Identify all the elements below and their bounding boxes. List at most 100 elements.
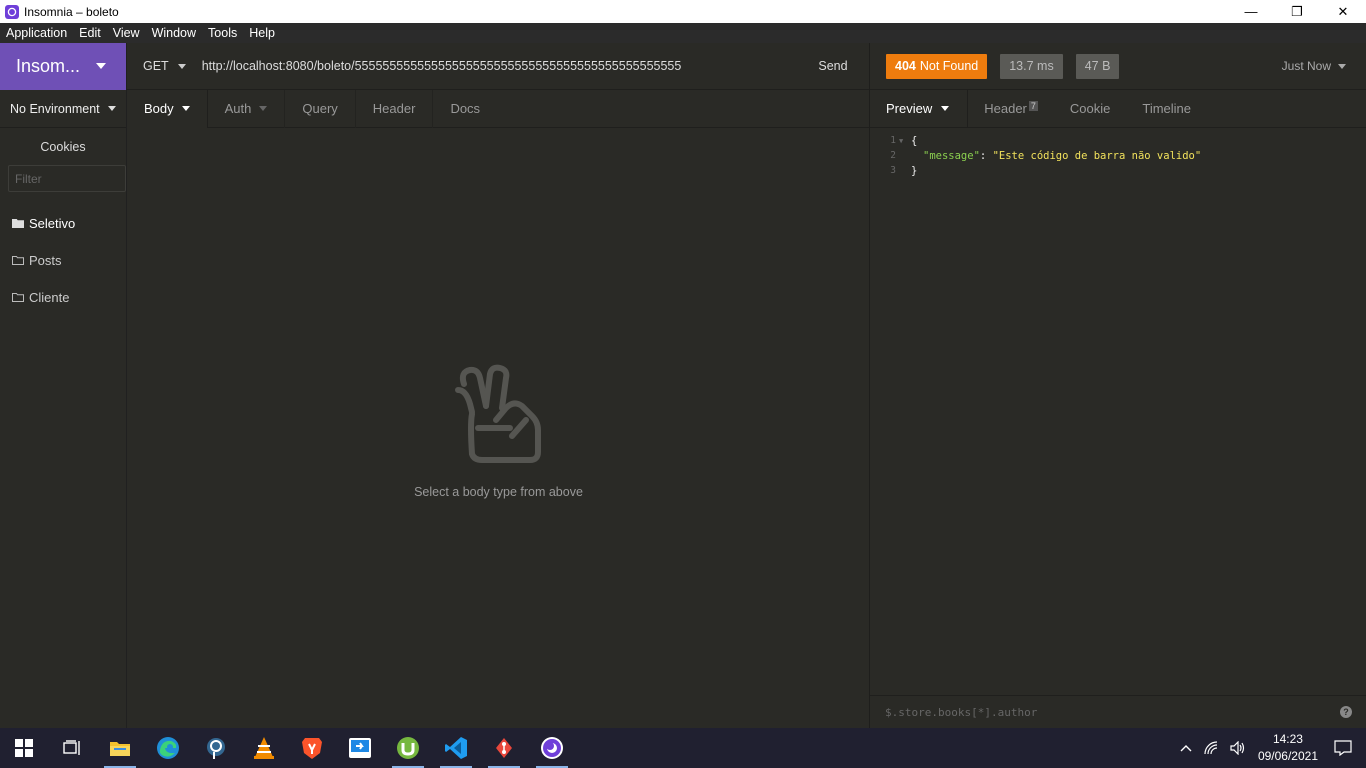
- json-key: "message": [923, 149, 980, 162]
- json-value: "Este código de barra não valido": [992, 149, 1202, 162]
- code-line: 1 ▼ {: [870, 133, 1366, 148]
- method-dropdown[interactable]: GET: [143, 59, 186, 73]
- header-count-badge: 7: [1028, 100, 1038, 111]
- vlc-icon[interactable]: [240, 728, 288, 768]
- tab-query[interactable]: Query: [285, 89, 356, 128]
- folder-item-seletivo[interactable]: Seletivo: [0, 205, 126, 242]
- insomnia-app-icon: [5, 4, 19, 19]
- tab-docs[interactable]: Docs: [433, 90, 497, 128]
- code-line: 2 "message" : "Este código de barra não …: [870, 148, 1366, 163]
- menu-tools[interactable]: Tools: [202, 26, 243, 40]
- menu-edit[interactable]: Edit: [73, 26, 107, 40]
- windows-taskbar: 14:23 09/06/2021: [0, 728, 1366, 768]
- folder-icon: [12, 219, 24, 228]
- chevron-down-icon: [181, 106, 190, 111]
- menu-view[interactable]: View: [107, 26, 146, 40]
- send-button[interactable]: Send: [804, 43, 862, 90]
- tab-body[interactable]: Body: [127, 89, 208, 128]
- status-code: 404: [895, 59, 916, 73]
- sidebar-filter-input[interactable]: Filter: [8, 165, 126, 192]
- menu-application[interactable]: Application: [0, 26, 73, 40]
- git-gui-icon[interactable]: [480, 728, 528, 768]
- json-separator: :: [979, 149, 993, 162]
- response-tabs: Preview Header 7 Cookie Timeline: [870, 89, 1366, 128]
- system-clock[interactable]: 14:23 09/06/2021: [1258, 731, 1318, 765]
- line-number: 1: [890, 135, 896, 146]
- cookies-button[interactable]: Cookies: [0, 128, 126, 165]
- history-label: Just Now: [1281, 59, 1331, 73]
- clock-date: 09/06/2021: [1257, 749, 1318, 763]
- tab-label: Body: [144, 101, 174, 116]
- notification-icon[interactable]: [1334, 740, 1352, 756]
- edge-browser-icon[interactable]: [144, 728, 192, 768]
- help-icon[interactable]: ?: [1340, 706, 1352, 718]
- brave-browser-icon[interactable]: [288, 728, 336, 768]
- workspace-dropdown[interactable]: Insom...: [0, 43, 126, 90]
- response-time-badge: 13.7 ms: [1000, 53, 1063, 79]
- tab-label: Auth: [224, 101, 252, 116]
- tab-timeline[interactable]: Timeline: [1126, 90, 1207, 128]
- request-pane: GET http://localhost:8080/boleto/5555555…: [127, 43, 870, 728]
- close-button[interactable]: ✕: [1320, 0, 1366, 23]
- body-empty-state: Select a body type from above: [127, 128, 870, 728]
- response-size-badge: 47 B: [1075, 53, 1120, 79]
- fold-toggle-icon[interactable]: ▼: [896, 137, 911, 145]
- menu-bar: Application Edit View Window Tools Help: [0, 23, 1366, 43]
- task-view-icon[interactable]: [48, 728, 96, 768]
- status-text: Not Found: [919, 59, 979, 73]
- peace-hand-icon: [455, 364, 541, 463]
- chevron-up-icon[interactable]: [1180, 744, 1192, 752]
- menu-window[interactable]: Window: [146, 26, 202, 40]
- utorrent-icon[interactable]: [384, 728, 432, 768]
- history-dropdown[interactable]: Just Now: [1282, 59, 1346, 73]
- folder-label: Cliente: [29, 290, 70, 305]
- postgres-icon[interactable]: [192, 728, 240, 768]
- folder-outline-icon: [12, 256, 24, 265]
- minimize-button[interactable]: —: [1228, 0, 1274, 23]
- tab-auth[interactable]: Auth: [208, 89, 286, 128]
- code-text: {: [911, 134, 918, 147]
- url-input[interactable]: http://localhost:8080/boleto/55555555555…: [202, 59, 804, 73]
- chevron-down-icon: [941, 106, 950, 111]
- response-pane: 404 Not Found 13.7 ms 47 B Just Now Prev…: [870, 43, 1366, 728]
- remote-desktop-icon[interactable]: [336, 728, 384, 768]
- folder-label: Seletivo: [29, 216, 76, 231]
- folder-label: Posts: [29, 253, 62, 268]
- window-titlebar: Insomnia – boleto — ❐ ✕: [0, 0, 1366, 23]
- file-explorer-icon[interactable]: [96, 728, 144, 768]
- response-status-bar: 404 Not Found 13.7 ms 47 B Just Now: [870, 43, 1366, 90]
- chevron-down-icon: [259, 106, 268, 111]
- folder-item-cliente[interactable]: Cliente: [0, 279, 126, 316]
- vscode-icon[interactable]: [432, 728, 480, 768]
- sidebar: Insom... No Environment Cookies Filter S…: [0, 43, 127, 728]
- status-badge: 404 Not Found: [886, 53, 988, 79]
- volume-icon[interactable]: [1230, 741, 1246, 755]
- method-label: GET: [143, 59, 169, 73]
- response-filter-input[interactable]: $.store.books[*].author ?: [870, 695, 1366, 728]
- wifi-icon[interactable]: [1204, 741, 1218, 755]
- chevron-down-icon: [96, 63, 106, 69]
- windows-start-icon[interactable]: [0, 728, 48, 768]
- clock-time: 14:23: [1272, 732, 1303, 746]
- code-line: 3 }: [870, 163, 1366, 178]
- maximize-button[interactable]: ❐: [1274, 0, 1320, 23]
- folder-item-posts[interactable]: Posts: [0, 242, 126, 279]
- tab-preview[interactable]: Preview: [870, 89, 969, 128]
- window-title: Insomnia – boleto: [24, 4, 119, 19]
- chevron-down-icon: [107, 106, 116, 111]
- tab-response-header[interactable]: Header 7: [968, 90, 1054, 128]
- tab-label: Preview: [886, 101, 933, 116]
- workspace-name: Insom...: [16, 56, 81, 76]
- insomnia-icon[interactable]: [528, 728, 576, 768]
- chevron-down-icon: [177, 63, 186, 69]
- environment-label: No Environment: [10, 101, 100, 116]
- tab-header[interactable]: Header: [356, 89, 434, 128]
- line-number: 3: [890, 165, 896, 176]
- tab-label: Header: [984, 101, 1027, 116]
- tab-cookie[interactable]: Cookie: [1054, 90, 1126, 128]
- url-bar: GET http://localhost:8080/boleto/5555555…: [127, 43, 869, 90]
- system-tray: 14:23 09/06/2021: [1174, 728, 1366, 768]
- menu-help[interactable]: Help: [243, 26, 281, 40]
- empty-state-message: Select a body type from above: [414, 485, 583, 499]
- environment-dropdown[interactable]: No Environment: [0, 90, 126, 128]
